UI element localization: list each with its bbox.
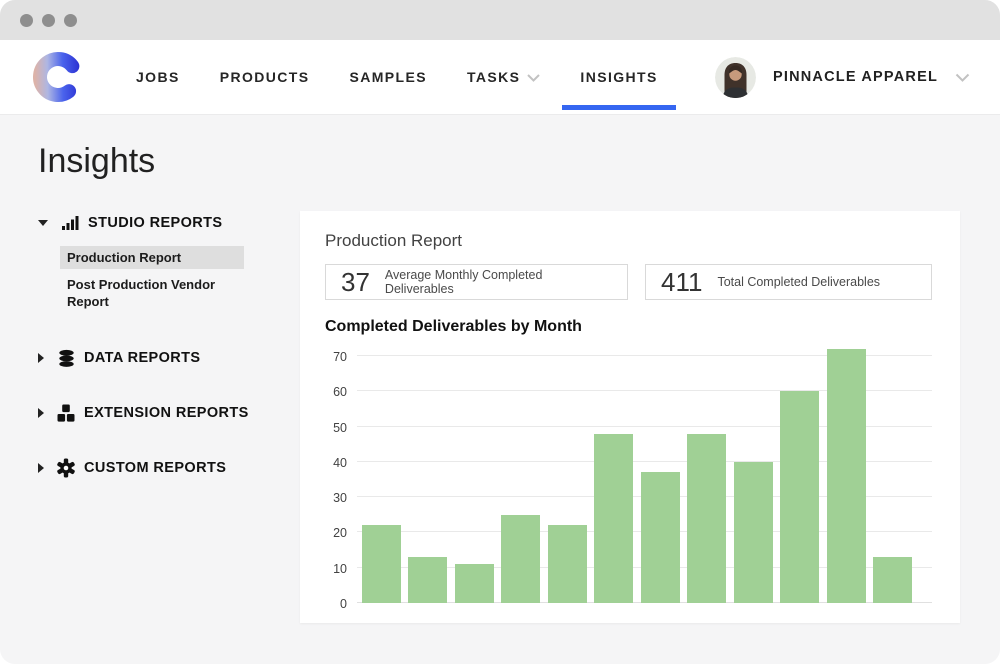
report-title: Production Report xyxy=(325,231,932,251)
bar-month-8 xyxy=(687,434,726,603)
app-window: JOBS PRODUCTS SAMPLES TASKS INSIGHTS PINNACL… xyxy=(0,0,1000,664)
bar-month-2 xyxy=(408,557,447,603)
bar-month-4 xyxy=(501,515,540,603)
chart-bars xyxy=(362,356,912,603)
c-logo-icon xyxy=(30,50,86,104)
bar-month-11 xyxy=(827,349,866,603)
nav-item-products[interactable]: PRODUCTS xyxy=(200,40,330,114)
caret-right-icon xyxy=(38,408,44,418)
sidebar-section: EXTENSION REPORTS xyxy=(38,403,300,423)
nav-item-tasks[interactable]: TASKS xyxy=(447,40,560,114)
nav-item-jobs[interactable]: JOBS xyxy=(116,40,200,114)
page-title: Insights xyxy=(38,142,960,181)
sidebar-section-header-data-reports[interactable]: DATA REPORTS xyxy=(38,348,300,368)
stat-value: 37 xyxy=(341,267,370,298)
avatar[interactable] xyxy=(715,57,756,98)
sidebar-section-label: EXTENSION REPORTS xyxy=(84,405,249,421)
bar-month-7 xyxy=(641,472,680,603)
nav-links: JOBS PRODUCTS SAMPLES TASKS INSIGHTS xyxy=(116,40,678,114)
window-titlebar xyxy=(0,0,1000,40)
sidebar-section: DATA REPORTS xyxy=(38,348,300,368)
bar-month-12 xyxy=(873,557,912,603)
sidebar-section: CUSTOM REPORTS xyxy=(38,458,300,478)
bar-chart-icon xyxy=(60,213,80,233)
y-axis-tick-label: 50 xyxy=(333,421,347,435)
bar-month-5 xyxy=(548,525,587,603)
sidebar-section-label: CUSTOM REPORTS xyxy=(84,460,226,476)
chart-y-axis: 010203040506070 xyxy=(325,356,357,603)
sidebar-section-header-custom-reports[interactable]: CUSTOM REPORTS xyxy=(38,458,300,478)
y-axis-tick-label: 0 xyxy=(340,597,347,611)
sidebar-section: STUDIO REPORTS Production Report Post Prod… xyxy=(38,213,300,313)
nav-item-insights[interactable]: INSIGHTS xyxy=(560,40,677,114)
stat-box: 411 Total Completed Deliverables xyxy=(645,264,932,300)
nav-item-label: SAMPLES xyxy=(350,69,427,85)
y-axis-tick-label: 30 xyxy=(333,491,347,505)
bar-month-6 xyxy=(594,434,633,603)
c-logo[interactable] xyxy=(30,50,88,104)
caret-right-icon xyxy=(38,353,44,363)
caret-right-icon xyxy=(38,463,44,473)
chevron-down-icon xyxy=(955,73,970,82)
bar-month-9 xyxy=(734,462,773,603)
bar-chart: 010203040506070 xyxy=(325,356,932,603)
nav-item-label: PRODUCTS xyxy=(220,69,310,85)
y-axis-tick-label: 40 xyxy=(333,456,347,470)
reports-sidebar: STUDIO REPORTS Production Report Post Prod… xyxy=(38,211,300,513)
account-menu[interactable]: PINNACLE APPAREL xyxy=(715,57,970,98)
stat-value: 411 xyxy=(661,267,702,298)
gear-icon xyxy=(56,458,76,478)
y-axis-tick-label: 20 xyxy=(333,526,347,540)
window-control-dot[interactable] xyxy=(20,14,33,27)
sidebar-item-production-report[interactable]: Production Report xyxy=(60,246,244,269)
chevron-down-icon xyxy=(527,74,540,82)
window-control-dot[interactable] xyxy=(42,14,55,27)
chart-plot-area xyxy=(357,356,932,603)
sidebar-item-post-production-vendor-report[interactable]: Post Production Vendor Report xyxy=(60,273,244,313)
sidebar-section-items: Production Report Post Production Vendor … xyxy=(60,246,300,313)
sidebar-section-label: STUDIO REPORTS xyxy=(88,215,223,231)
window-control-dot[interactable] xyxy=(64,14,77,27)
stat-box: 37 Average Monthly Completed Deliverables xyxy=(325,264,628,300)
database-icon xyxy=(56,348,76,368)
y-axis-tick-label: 70 xyxy=(333,350,347,364)
nav-item-samples[interactable]: SAMPLES xyxy=(330,40,447,114)
sidebar-section-header-studio-reports[interactable]: STUDIO REPORTS xyxy=(38,213,300,233)
account-name: PINNACLE APPAREL xyxy=(773,69,938,85)
y-axis-tick-label: 10 xyxy=(333,562,347,576)
nav-item-label: TASKS xyxy=(467,69,520,85)
stat-label: Average Monthly Completed Deliverables xyxy=(385,268,612,296)
bar-month-3 xyxy=(455,564,494,603)
caret-down-icon xyxy=(38,220,48,226)
bar-month-1 xyxy=(362,525,401,603)
avatar-image xyxy=(715,57,756,98)
nav-item-label: INSIGHTS xyxy=(580,69,657,85)
sidebar-section-header-extension-reports[interactable]: EXTENSION REPORTS xyxy=(38,403,300,423)
page-content: Insights STUDIO REPORTS Production Report… xyxy=(0,142,1000,623)
blocks-icon xyxy=(56,403,76,423)
stats-row: 37 Average Monthly Completed Deliverables… xyxy=(325,264,932,300)
chart-title: Completed Deliverables by Month xyxy=(325,318,932,336)
bar-month-10 xyxy=(780,391,819,603)
nav-item-label: JOBS xyxy=(136,69,180,85)
sidebar-section-label: DATA REPORTS xyxy=(84,350,201,366)
stat-label: Total Completed Deliverables xyxy=(717,275,880,289)
report-card: Production Report 37 Average Monthly Comp… xyxy=(300,211,960,623)
top-navbar: JOBS PRODUCTS SAMPLES TASKS INSIGHTS PINNACL… xyxy=(0,40,1000,114)
y-axis-tick-label: 60 xyxy=(333,385,347,399)
